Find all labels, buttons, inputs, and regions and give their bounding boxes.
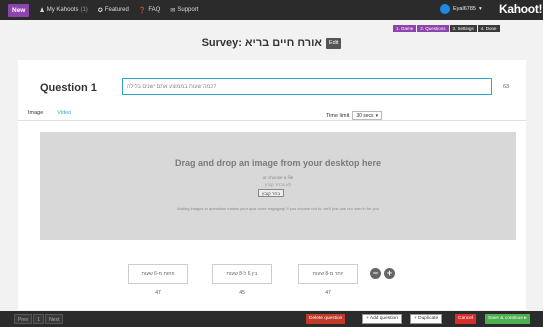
- nav-faq[interactable]: ❓ FAQ: [139, 7, 161, 14]
- media-tabs: Image Video: [28, 110, 71, 116]
- step-game[interactable]: 1. Game: [393, 25, 417, 32]
- remove-answer-icon[interactable]: −: [370, 268, 381, 279]
- avatar: [440, 4, 450, 14]
- dropzone-no-file-text: לא נבחר קובץ: [264, 182, 292, 187]
- user-menu[interactable]: Eyal6785 ▾: [440, 4, 482, 14]
- chat-icon: ✉: [170, 7, 176, 14]
- nav-support-label: Support: [177, 7, 199, 13]
- character-count: 63: [503, 84, 510, 90]
- question-text-input[interactable]: ?כמה שעות בממוצע אתם ישנים בלילה: [122, 78, 492, 95]
- username: Eyal6785: [453, 6, 476, 12]
- dropzone-or-text: or choose a file: [262, 175, 294, 180]
- page-number[interactable]: 1: [33, 314, 45, 324]
- image-dropzone[interactable]: Drag and drop an image from your desktop…: [40, 132, 516, 240]
- user-icon: ♟: [39, 7, 45, 14]
- kahoot-logo[interactable]: Kahoot!: [499, 2, 543, 16]
- nav-my-kahoots-count: (1): [80, 7, 88, 13]
- pager: Prev 1 Next: [14, 314, 64, 324]
- chevron-down-icon: ▾: [375, 112, 379, 119]
- time-limit-label: Time limit: [326, 112, 350, 119]
- question-card: Question 1 ?כמה שעות בממוצע אתם ישנים בל…: [18, 60, 526, 310]
- answer-field-2[interactable]: בין 6 ל-8 שעות: [212, 264, 272, 284]
- prev-button[interactable]: Prev: [14, 314, 33, 324]
- progress-steps: 1. Game 2. Questions 3. Settings 4. Done: [393, 25, 500, 32]
- answer-count-2: 45: [239, 290, 245, 296]
- nav-support[interactable]: ✉ Support: [170, 7, 198, 14]
- answer-field-3[interactable]: יותר מ-8 שעות: [298, 264, 358, 284]
- choose-file-button[interactable]: בחר קובץ: [258, 189, 285, 197]
- time-limit: Time limit 30 secs ▾: [326, 111, 383, 120]
- step-settings[interactable]: 3. Settings: [449, 25, 477, 32]
- duplicate-button[interactable]: + Duplicate: [410, 314, 443, 324]
- nav-my-kahoots-label: My Kahoots: [46, 7, 79, 13]
- time-limit-select[interactable]: 30 secs ▾: [352, 111, 383, 120]
- next-button[interactable]: Next: [45, 314, 64, 324]
- page-title: Survey: אורח חיים בריא: [201, 37, 322, 49]
- answer-count-1: 47: [155, 290, 161, 296]
- answer-count-3: 47: [325, 290, 331, 296]
- delete-question-button[interactable]: Delete question: [306, 314, 346, 324]
- dropzone-title: Drag and drop an image from your desktop…: [174, 158, 382, 168]
- tabs-divider: [18, 120, 526, 121]
- globe-icon: ✪: [97, 7, 103, 14]
- survey-title-row: Survey: אורח חיים בריא Edit: [0, 37, 543, 49]
- add-answer-icon[interactable]: +: [384, 268, 395, 279]
- step-questions[interactable]: 2. Questions: [417, 25, 449, 32]
- question-label: Question 1: [40, 82, 97, 94]
- nav-featured-label: Featured: [104, 7, 129, 13]
- new-kahoot-button[interactable]: New: [8, 3, 30, 17]
- footer-bar: Prev 1 Next Delete question + Add questi…: [0, 311, 543, 327]
- cancel-button[interactable]: Cancel: [455, 314, 476, 324]
- dropzone-note: Adding images to questions makes your qu…: [177, 206, 379, 211]
- step-done[interactable]: 4. Done: [477, 25, 500, 32]
- edit-title-button[interactable]: Edit: [325, 37, 342, 49]
- new-button-label: New: [12, 6, 26, 14]
- tab-image[interactable]: Image: [28, 110, 43, 116]
- time-limit-value: 30 secs: [356, 112, 374, 119]
- help-icon: ❓: [138, 7, 147, 14]
- answer-field-1[interactable]: פחות מ-6 שעות: [128, 264, 188, 284]
- nav-my-kahoots[interactable]: ♟ My Kahoots (1): [39, 7, 87, 14]
- tab-video[interactable]: Video: [57, 110, 71, 116]
- save-continue-button[interactable]: Save & continue ▸: [485, 314, 530, 324]
- nav-faq-label: FAQ: [148, 7, 161, 13]
- nav-featured[interactable]: ✪ Featured: [98, 7, 129, 14]
- add-question-button[interactable]: + Add question: [362, 314, 402, 324]
- top-nav-bar: New ♟ My Kahoots (1) ✪ Featured ❓ FAQ ✉ …: [0, 0, 543, 20]
- chevron-down-icon: ▾: [478, 6, 482, 12]
